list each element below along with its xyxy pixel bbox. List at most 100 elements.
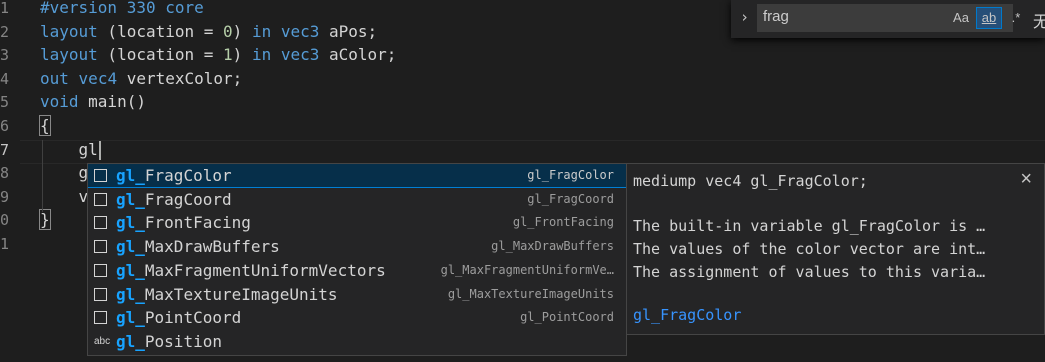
code-line: layout (location = 1) in vec3 aColor; xyxy=(40,43,396,67)
variable-icon xyxy=(94,240,107,254)
line-number: 5 xyxy=(0,93,9,112)
line-number: 7 xyxy=(0,140,9,159)
code-token: { xyxy=(39,115,51,136)
text-word-icon: abc xyxy=(94,335,111,347)
line-number-gutter: 1 2 3 4 5 6 7 8 9 0 1 xyxy=(0,0,20,362)
line-number: 2 xyxy=(0,22,9,41)
code-token: vec3 xyxy=(280,45,320,65)
suggestion-item[interactable]: gl_FragCoord gl_FragCoord xyxy=(88,188,626,211)
code-line: gl xyxy=(40,138,101,162)
suggestion-detail: gl_FragColor xyxy=(527,168,614,182)
suggestion-label-rest: FragCoord xyxy=(144,189,232,209)
suggestion-label: gl_FragColor xyxy=(116,164,232,187)
suggestion-item[interactable]: gl_MaxDrawBuffers gl_MaxDrawBuffers xyxy=(88,235,626,258)
suggestion-item[interactable]: gl_MaxFragmentUniformVectors gl_MaxFragme… xyxy=(88,259,626,282)
suggestion-match-highlight: gl_ xyxy=(116,331,145,351)
line-number: 1 xyxy=(0,235,9,253)
code-token: (location = xyxy=(97,45,224,65)
find-input[interactable]: frag xyxy=(757,4,1013,32)
code-token: 1 xyxy=(223,45,233,65)
suggestion-label-rest: FrontFacing xyxy=(144,213,251,233)
line-number: 1 xyxy=(0,0,9,17)
suggestion-label: gl_PointCoord xyxy=(116,306,241,329)
match-case-toggle[interactable]: Aa xyxy=(950,8,972,28)
doc-signature: mediump vec4 gl_FragColor; xyxy=(633,172,868,190)
variable-icon xyxy=(94,169,107,182)
suggestion-label: gl_Position xyxy=(116,330,222,353)
code-token: vec4 xyxy=(78,68,118,88)
suggest-details-panel: mediump vec4 gl_FragColor; × The built-i… xyxy=(626,163,1045,335)
line-number: 3 xyxy=(0,46,9,65)
suggestion-label-rest: PointCoord xyxy=(144,308,242,328)
code-token: out xyxy=(40,68,69,88)
suggestion-label: gl_MaxFragmentUniformVectors xyxy=(116,259,386,282)
doc-reference-link[interactable]: gl_FragColor xyxy=(633,306,741,324)
line-number: 6 xyxy=(0,117,9,135)
indent-guide xyxy=(42,140,43,212)
code-token: void xyxy=(40,92,79,112)
doc-line-1: The built-in variable gl_FragColor is … xyxy=(633,217,986,235)
suggestion-label: gl_MaxDrawBuffers xyxy=(116,235,280,258)
toggle-replace-chevron-icon[interactable]: › xyxy=(740,8,749,26)
code-token: main() xyxy=(78,92,146,112)
doc-line-2: The values of the color vector are int… xyxy=(633,240,986,258)
suggestion-label: gl_MaxTextureImageUnits xyxy=(116,283,338,306)
code-token: aPos; xyxy=(319,21,378,41)
suggestion-detail: gl_FragCoord xyxy=(527,191,614,206)
suggestion-label-rest: Position xyxy=(144,331,222,351)
suggestion-item[interactable]: abc gl_Position xyxy=(88,330,626,353)
variable-icon xyxy=(94,192,107,206)
suggestion-match-highlight: gl_ xyxy=(116,260,145,280)
variable-icon xyxy=(94,287,107,301)
doc-line-3: The assignment of values to this varia… xyxy=(633,263,986,281)
code-token: in xyxy=(251,45,272,65)
code-token: layout xyxy=(40,45,98,65)
suggestion-detail: gl_PointCoord xyxy=(520,310,614,325)
suggestion-match-highlight: gl_ xyxy=(116,308,145,328)
code-line: #version 330 core xyxy=(40,0,204,20)
suggestion-item[interactable]: gl_PointCoord gl_PointCoord xyxy=(88,306,626,329)
code-token: layout xyxy=(40,21,98,41)
suggestion-detail: gl_FrontFacing xyxy=(512,215,614,230)
suggestion-label: gl_FrontFacing xyxy=(116,211,251,234)
code-line: { xyxy=(39,114,51,138)
text-cursor xyxy=(98,140,101,160)
code-token: (location = xyxy=(97,21,224,41)
find-result-status: 无 xyxy=(1033,12,1045,31)
suggestion-match-highlight: gl_ xyxy=(116,189,145,209)
line-number: 9 xyxy=(0,187,9,206)
code-token: gl xyxy=(40,139,98,159)
code-line: layout (location = 0) in vec3 aPos; xyxy=(40,20,377,44)
suggestion-match-highlight: gl_ xyxy=(116,284,145,304)
code-token: vec3 xyxy=(280,21,320,41)
suggestion-detail: gl_MaxDrawBuffers xyxy=(491,239,614,254)
suggestion-item[interactable]: gl_FrontFacing gl_FrontFacing xyxy=(88,211,626,234)
line-number: 0 xyxy=(0,211,9,230)
code-token: aColor; xyxy=(319,45,397,65)
suggestion-label-rest: MaxFragmentUniformVectors xyxy=(144,260,386,280)
line-number: 8 xyxy=(0,164,9,183)
code-token: in xyxy=(251,21,272,41)
regex-toggle[interactable]: .* xyxy=(1006,8,1026,28)
code-token: #version 330 core xyxy=(40,0,204,17)
code-token: vertexColor; xyxy=(117,68,243,88)
suggestion-item[interactable]: gl_MaxTextureImageUnits gl_MaxTextureImag… xyxy=(88,283,626,306)
code-token: ) xyxy=(232,45,252,65)
suggestion-detail: gl_MaxTextureImageUnits xyxy=(447,286,614,301)
suggestion-match-highlight: gl_ xyxy=(116,213,145,233)
code-line: void main() xyxy=(40,90,146,114)
close-icon[interactable]: × xyxy=(1020,168,1032,191)
suggestion-label-rest: MaxTextureImageUnits xyxy=(144,284,338,304)
code-token: ) xyxy=(232,21,252,41)
whole-word-toggle[interactable]: ab xyxy=(976,7,1002,29)
suggestion-item[interactable]: gl_FragColor gl_FragColor xyxy=(88,164,626,188)
variable-icon xyxy=(94,263,107,277)
suggestion-detail: gl_MaxFragmentUniformVe… xyxy=(440,262,614,277)
line-number: 4 xyxy=(0,69,9,88)
code-token: } xyxy=(39,209,51,231)
suggestion-label-rest: FragColor xyxy=(144,166,232,185)
current-line-highlight xyxy=(20,140,1045,164)
